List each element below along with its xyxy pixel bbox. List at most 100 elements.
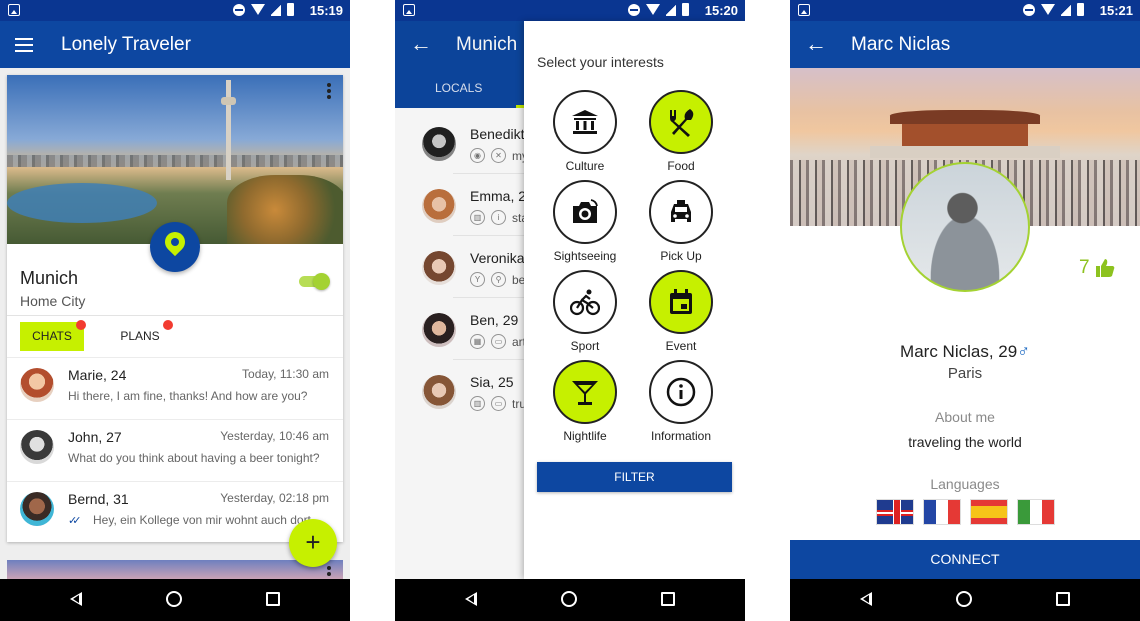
interests-drawer: Select your interests Culture Food Sight… [524,21,745,579]
tab-plans[interactable]: PLANS [115,322,165,351]
status-time: 15:20 [704,3,738,18]
interest-sport[interactable]: Sport [540,270,630,360]
system-nav-bar [790,579,1140,621]
status-time: 15:21 [1099,3,1133,18]
chat-time: Yesterday, 10:46 am [220,429,329,443]
about-me-label: About me [935,409,995,425]
interest-event[interactable]: Event [636,270,726,360]
image-notification-icon [798,4,810,16]
nav-home-icon[interactable] [561,591,577,607]
interest-food[interactable]: Food [636,90,726,180]
chat-row-marie[interactable]: Marie, 24 Today, 11:30 am Hi there, I am… [7,357,343,419]
taxi-icon [649,180,713,244]
thumbs-up-icon[interactable] [1095,258,1115,278]
chat-name: Bernd, 31 [68,491,129,507]
hamburger-menu-icon[interactable] [15,38,33,52]
city-name: Munich [20,268,79,288]
tab-chats[interactable]: CHATS [20,322,84,351]
interest-label: Sport [570,339,600,353]
location-pin-button[interactable] [150,222,200,272]
next-city-card [7,560,343,580]
interest-label: Information [650,429,712,443]
filter-button[interactable]: FILTER [537,462,732,492]
museum-icon [553,90,617,154]
nav-back-icon[interactable] [70,592,82,606]
nav-recents-icon[interactable] [266,592,280,606]
nav-home-icon[interactable] [956,591,972,607]
avatar [20,368,54,402]
phone-filter-screen: 15:20 ← Munich LOCALS Benedikt, 2 ◉ ✕ my E… [395,0,745,621]
app-title: Lonely Traveler [61,34,191,55]
image-notification-icon [403,4,415,16]
scrim [395,21,525,579]
nav-recents-icon[interactable] [661,592,675,606]
add-fab[interactable]: + [289,519,337,567]
interest-label: Sightseeing [553,249,617,263]
nav-back-icon[interactable] [465,592,477,606]
interest-culture[interactable]: Culture [540,90,630,180]
interest-nightlife[interactable]: Nightlife [540,360,630,450]
interest-sightseeing[interactable]: Sightseeing [540,180,630,270]
interest-pick-up[interactable]: Pick Up [636,180,726,270]
city-card: Munich Home City CHATS PLANS Marie, 24 T… [7,75,343,542]
do-not-disturb-icon [1023,3,1035,16]
france-flag-icon [923,499,961,525]
status-bar: 15:20 [395,0,745,21]
profile-photo [900,162,1030,292]
interest-label: Event [665,339,697,353]
wifi-icon [646,4,660,15]
avatar [20,492,54,526]
system-nav-bar [0,579,350,621]
interest-label: Culture [565,159,605,173]
divider [7,315,343,316]
system-nav-bar [395,579,745,621]
spain-flag-icon [970,499,1008,525]
chat-name: Marie, 24 [68,367,127,383]
nav-back-icon[interactable] [860,592,872,606]
uk-flag-icon [876,499,914,525]
signal-icon [1061,3,1071,16]
battery-icon [287,3,294,16]
app-bar: ← Marc Niclas [790,21,1140,68]
chat-time: Today, 11:30 am [242,367,329,381]
more-options-icon[interactable] [327,83,331,99]
interest-information[interactable]: Information [636,360,726,450]
image-notification-icon [8,4,20,16]
italy-flag-icon [1017,499,1055,525]
read-checkmarks-icon: ✓✓ [68,515,82,527]
fork-spoon-icon [649,90,713,154]
do-not-disturb-icon [233,3,245,16]
info-icon [649,360,713,424]
location-pin-icon [160,227,190,257]
male-gender-icon: ♂ [1017,342,1030,361]
status-bar: 15:19 [0,0,350,21]
avatar [20,430,54,464]
app-bar: Lonely Traveler [0,21,350,68]
plans-notification-badge [163,320,173,330]
chats-notification-badge [76,320,86,330]
signal-icon [271,3,281,16]
wifi-icon [251,4,265,15]
back-arrow-icon[interactable]: ← [805,33,827,55]
nav-home-icon[interactable] [166,591,182,607]
phone-chats-screen: 15:19 Lonely Traveler Munich Home City C… [0,0,350,621]
calendar-icon [649,270,713,334]
drawer-title: Select your interests [537,54,664,70]
do-not-disturb-icon [628,3,640,16]
language-flags [876,499,1055,525]
chat-time: Yesterday, 02:18 pm [220,491,329,505]
status-time: 15:19 [309,3,343,18]
connect-button[interactable]: CONNECT [790,540,1140,579]
home-city-toggle[interactable] [299,273,330,290]
status-bar: 15:21 [790,0,1140,21]
profile-name: Marc Niclas, 29♂ [900,342,1030,361]
chat-row-john[interactable]: John, 27 Yesterday, 10:46 am What do you… [7,419,343,481]
battery-icon [682,3,689,16]
nav-recents-icon[interactable] [1056,592,1070,606]
wifi-icon [1041,4,1055,15]
more-options-icon[interactable] [327,566,331,578]
city-subtitle: Home City [20,293,86,309]
chat-message: Hey, ein Kollege von mir wohnt auch dort [93,513,311,527]
chat-message: Hi there, I am fine, thanks! And how are… [68,389,308,403]
app-title: Marc Niclas [851,34,951,55]
